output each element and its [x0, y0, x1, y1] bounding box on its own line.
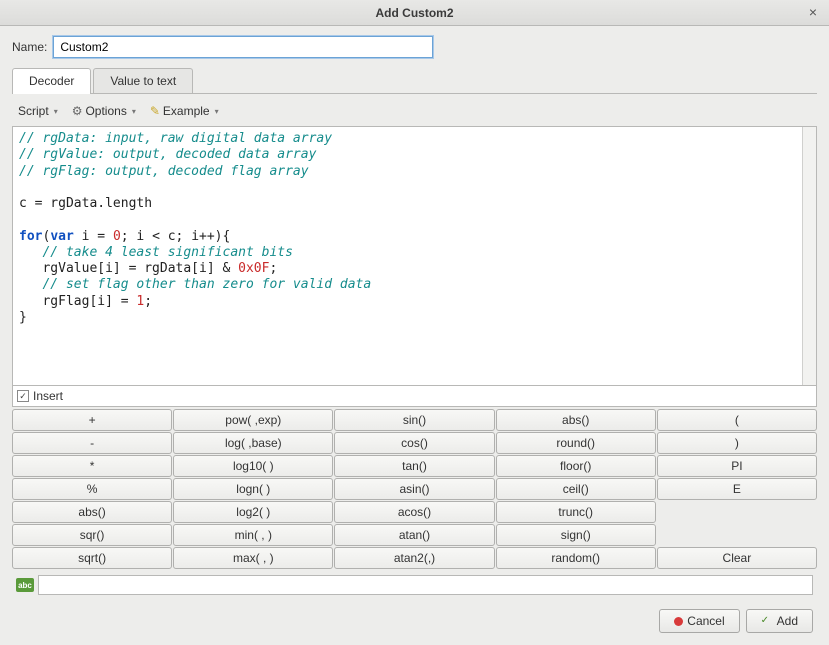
grid-btn-[interactable]: * [12, 455, 172, 477]
toolbar-options[interactable]: ⚙ Options ▾ [68, 102, 140, 120]
number: 0 [113, 229, 121, 244]
toolbar-example[interactable]: ✎ Example ▾ [146, 102, 223, 120]
code-text: } [19, 310, 27, 325]
grid-btn-random[interactable]: random() [496, 547, 656, 569]
grid-btn-[interactable]: + [12, 409, 172, 431]
tab-label: Decoder [29, 74, 74, 88]
code-text: rgValue[i] = rgData[i] & [19, 261, 238, 276]
grid-btn-abs[interactable]: abs() [12, 501, 172, 523]
grid-btn-abs[interactable]: abs() [496, 409, 656, 431]
chevron-down-icon: ▾ [132, 107, 136, 116]
grid-btn-[interactable]: - [12, 432, 172, 454]
button-label: Cancel [687, 614, 724, 628]
grid-btn-[interactable]: ( [657, 409, 817, 431]
toolbar-label: Script [18, 104, 49, 118]
code-text: i = [74, 229, 113, 244]
grid-btn-round[interactable]: round() [496, 432, 656, 454]
grid-btn-logn[interactable]: logn( ) [173, 478, 333, 500]
button-label: Add [777, 614, 798, 628]
expression-input[interactable] [38, 575, 813, 595]
grid-btn-e[interactable]: E [657, 478, 817, 500]
scrollbar-vertical[interactable] [802, 127, 816, 385]
code-content: // rgData: input, raw digital data array… [13, 127, 816, 330]
toolbar: Script ▾ ⚙ Options ▾ ✎ Example ▾ [12, 98, 817, 126]
grid-btn-log10[interactable]: log10( ) [173, 455, 333, 477]
code-line: c = rgData.length [19, 196, 152, 211]
comment: // rgValue: output, decoded data array [19, 147, 316, 162]
grid-btn-sqrt[interactable]: sqrt() [12, 547, 172, 569]
grid-btn-logbase[interactable]: log( ,base) [173, 432, 333, 454]
code-text: ; [144, 294, 152, 309]
tab-label: Value to text [110, 74, 176, 88]
cancel-icon [674, 617, 683, 626]
insert-row: ✓ Insert [12, 386, 817, 407]
number: 0x0F [238, 261, 269, 276]
insert-label: Insert [33, 389, 63, 403]
dialog-content: Name: Decoder Value to text Script ▾ ⚙ O… [0, 26, 829, 645]
grid-btn-log2[interactable]: log2( ) [173, 501, 333, 523]
grid-btn-cos[interactable]: cos() [334, 432, 494, 454]
grid-btn-pi[interactable]: PI [657, 455, 817, 477]
toolbar-label: Options [85, 104, 126, 118]
tab-value-to-text[interactable]: Value to text [93, 68, 193, 93]
comment: // rgFlag: output, decoded flag array [19, 164, 309, 179]
comment: // take 4 least significant bits [19, 245, 293, 260]
grid-btn-atan2[interactable]: atan2(,) [334, 547, 494, 569]
abc-icon: abc [16, 578, 34, 592]
name-label: Name: [12, 40, 47, 54]
dialog-buttons: Cancel Add [12, 605, 817, 637]
grid-btn-tan[interactable]: tan() [334, 455, 494, 477]
grid-btn-[interactable]: % [12, 478, 172, 500]
tab-strip: Decoder Value to text [12, 68, 817, 94]
grid-btn-sign[interactable]: sign() [496, 524, 656, 546]
code-text: rgFlag[i] = [19, 294, 136, 309]
grid-btn-[interactable]: ) [657, 432, 817, 454]
pencil-icon: ✎ [150, 104, 160, 118]
expression-row: abc [12, 573, 817, 597]
grid-btn-asin[interactable]: asin() [334, 478, 494, 500]
code-text: ; i < c; i++){ [121, 229, 231, 244]
window-title: Add Custom2 [376, 6, 454, 20]
comment: // set flag other than zero for valid da… [19, 277, 371, 292]
insert-checkbox[interactable]: ✓ [17, 390, 29, 402]
name-row: Name: [12, 36, 817, 58]
grid-btn-sin[interactable]: sin() [334, 409, 494, 431]
titlebar: Add Custom2 × [0, 0, 829, 26]
comment: // rgData: input, raw digital data array [19, 131, 332, 146]
code-text: ; [269, 261, 277, 276]
grid-btn-ceil[interactable]: ceil() [496, 478, 656, 500]
gear-icon: ⚙ [72, 104, 83, 118]
function-grid: +pow( ,exp)sin()abs()(-log( ,base)cos()r… [12, 409, 817, 569]
close-icon[interactable]: × [805, 4, 821, 20]
name-input[interactable] [53, 36, 433, 58]
grid-btn-powexp[interactable]: pow( ,exp) [173, 409, 333, 431]
chevron-down-icon: ▾ [215, 107, 219, 116]
grid-btn-min[interactable]: min( , ) [173, 524, 333, 546]
chevron-down-icon: ▾ [54, 107, 58, 116]
grid-btn-clear[interactable]: Clear [657, 547, 817, 569]
toolbar-label: Example [163, 104, 210, 118]
keyword: for [19, 229, 42, 244]
toolbar-script[interactable]: Script ▾ [14, 102, 62, 120]
grid-btn-sqr[interactable]: sqr() [12, 524, 172, 546]
grid-btn-trunc[interactable]: trunc() [496, 501, 656, 523]
grid-btn-acos[interactable]: acos() [334, 501, 494, 523]
tab-decoder[interactable]: Decoder [12, 68, 91, 93]
cancel-button[interactable]: Cancel [659, 609, 739, 633]
grid-btn-floor[interactable]: floor() [496, 455, 656, 477]
grid-btn-atan[interactable]: atan() [334, 524, 494, 546]
grid-btn-max[interactable]: max( , ) [173, 547, 333, 569]
add-icon [761, 617, 773, 626]
add-button[interactable]: Add [746, 609, 813, 633]
keyword: var [50, 229, 73, 244]
code-editor[interactable]: // rgData: input, raw digital data array… [12, 126, 817, 386]
